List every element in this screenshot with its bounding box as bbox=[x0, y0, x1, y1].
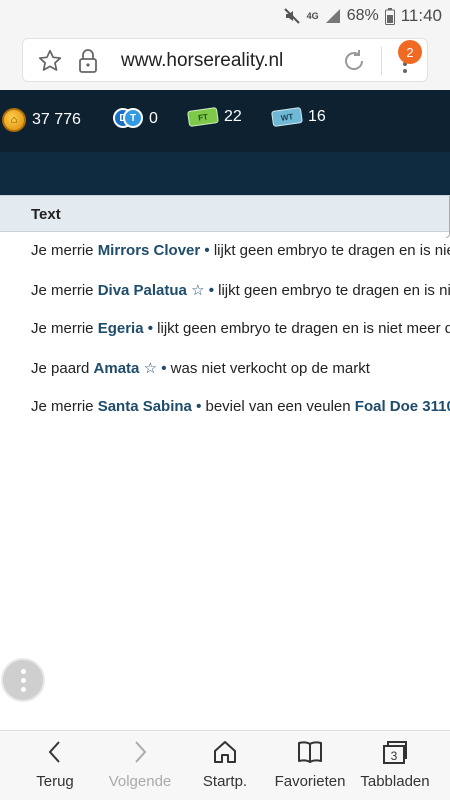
signal-icon bbox=[325, 8, 341, 24]
separator-dot: • bbox=[208, 282, 214, 299]
table-header: Text bbox=[0, 195, 450, 238]
site-nav-bar bbox=[0, 152, 450, 195]
ft-value: 22 bbox=[224, 108, 242, 125]
forward-label: Volgende bbox=[108, 773, 172, 790]
favorites-button[interactable]: Favorieten bbox=[265, 739, 355, 790]
list-item: Je merrie Santa Sabina • beviel van een … bbox=[31, 398, 450, 415]
message-text: beviel van een veulen bbox=[205, 398, 351, 415]
gold-coin-icon: ⌂ bbox=[2, 108, 26, 132]
lock-icon bbox=[77, 48, 99, 79]
favorite-star-icon: ☆ bbox=[191, 282, 205, 299]
gold-value: 37 776 bbox=[32, 111, 81, 128]
home-label: Startp. bbox=[202, 773, 248, 790]
address-divider bbox=[381, 47, 382, 75]
battery-level: 68% bbox=[346, 7, 379, 24]
message-prefix: Je merrie bbox=[31, 320, 94, 337]
battery-icon bbox=[384, 7, 395, 25]
forward-arrow-icon bbox=[135, 741, 147, 763]
browser-toolbar: www.horsereality.nl 2 bbox=[0, 32, 450, 90]
home-icon bbox=[214, 741, 236, 763]
wt-ticket-icon: WT bbox=[271, 106, 303, 128]
dt-value: 0 bbox=[149, 110, 158, 127]
message-text: was niet verkocht op de markt bbox=[170, 360, 370, 377]
forward-button[interactable]: Volgende bbox=[95, 739, 185, 790]
message-prefix: Je merrie bbox=[31, 398, 94, 415]
favorite-star-icon: ☆ bbox=[143, 360, 158, 377]
ft-balance[interactable]: FT 22 bbox=[187, 106, 242, 128]
dt-coins-icon: DT bbox=[113, 108, 143, 130]
column-header-text: Text bbox=[31, 206, 61, 223]
url-text[interactable]: www.horsereality.nl bbox=[121, 50, 283, 72]
list-item: Je merrie Mirrors Clover • lijkt geen em… bbox=[31, 242, 450, 259]
tabs-icon: 3 bbox=[383, 741, 407, 764]
separator-dot: • bbox=[196, 398, 202, 415]
message-prefix: Je merrie bbox=[31, 242, 94, 259]
horse-link[interactable]: Egeria bbox=[98, 320, 144, 337]
status-bar: 4G 68% 11:40 bbox=[0, 0, 450, 32]
svg-text:3: 3 bbox=[391, 749, 398, 763]
message-prefix: Je merrie bbox=[31, 282, 94, 299]
separator-dot: • bbox=[204, 242, 210, 259]
book-icon bbox=[298, 741, 322, 763]
mute-icon bbox=[283, 7, 301, 25]
tabs-button[interactable]: 3 Tabbladen bbox=[350, 739, 440, 790]
message-text: lijkt geen embryo te dragen en is nie bbox=[218, 282, 450, 299]
currency-bar: ⌂ 37 776 DT 0 FT 22 WT 16 bbox=[0, 90, 450, 152]
list-item: Je merrie Egeria • lijkt geen embryo te … bbox=[31, 320, 450, 337]
list-item: Je paard Amata ☆ • was niet verkocht op … bbox=[31, 359, 370, 377]
clock: 11:40 bbox=[400, 6, 442, 25]
table-edge bbox=[446, 196, 450, 238]
back-label: Terug bbox=[36, 773, 74, 790]
dt-balance[interactable]: DT 0 bbox=[113, 108, 158, 130]
message-prefix: Je paard bbox=[31, 360, 90, 377]
wt-balance[interactable]: WT 16 bbox=[271, 106, 326, 128]
gold-balance[interactable]: ⌂ 37 776 bbox=[2, 108, 81, 132]
message-text: lijkt geen embryo te dragen en is niet m… bbox=[157, 320, 450, 337]
bookmark-star-icon[interactable] bbox=[37, 48, 63, 79]
horse-link[interactable]: Diva Palatua bbox=[98, 282, 187, 299]
list-item: Je merrie Diva Palatua ☆ • lijkt geen em… bbox=[31, 281, 450, 299]
favorites-label: Favorieten bbox=[274, 773, 346, 790]
horse-link[interactable]: Santa Sabina bbox=[98, 398, 192, 415]
bottom-navigation: Terug Volgende Startp. Favorieten 3 Tabb… bbox=[0, 730, 450, 800]
network-type: 4G bbox=[306, 10, 319, 21]
back-button[interactable]: Terug bbox=[10, 739, 100, 790]
horse-link[interactable]: Mirrors Clover bbox=[98, 242, 201, 259]
wt-value: 16 bbox=[308, 108, 326, 125]
notification-badge[interactable]: 2 bbox=[398, 40, 422, 64]
separator-dot: • bbox=[147, 320, 153, 337]
tabs-label: Tabbladen bbox=[360, 773, 430, 790]
horse-link[interactable]: Amata bbox=[94, 360, 140, 377]
back-arrow-icon bbox=[48, 741, 60, 763]
message-text: lijkt geen embryo te dragen en is niet bbox=[213, 242, 450, 259]
separator-dot: • bbox=[161, 360, 167, 377]
ft-ticket-icon: FT bbox=[187, 106, 219, 128]
address-bar[interactable]: www.horsereality.nl bbox=[22, 38, 428, 82]
reload-icon[interactable] bbox=[341, 48, 367, 79]
floating-menu-button[interactable] bbox=[1, 658, 45, 702]
foal-link[interactable]: Foal Doe 31102 bbox=[355, 398, 450, 415]
home-button[interactable]: Startp. bbox=[180, 739, 270, 790]
